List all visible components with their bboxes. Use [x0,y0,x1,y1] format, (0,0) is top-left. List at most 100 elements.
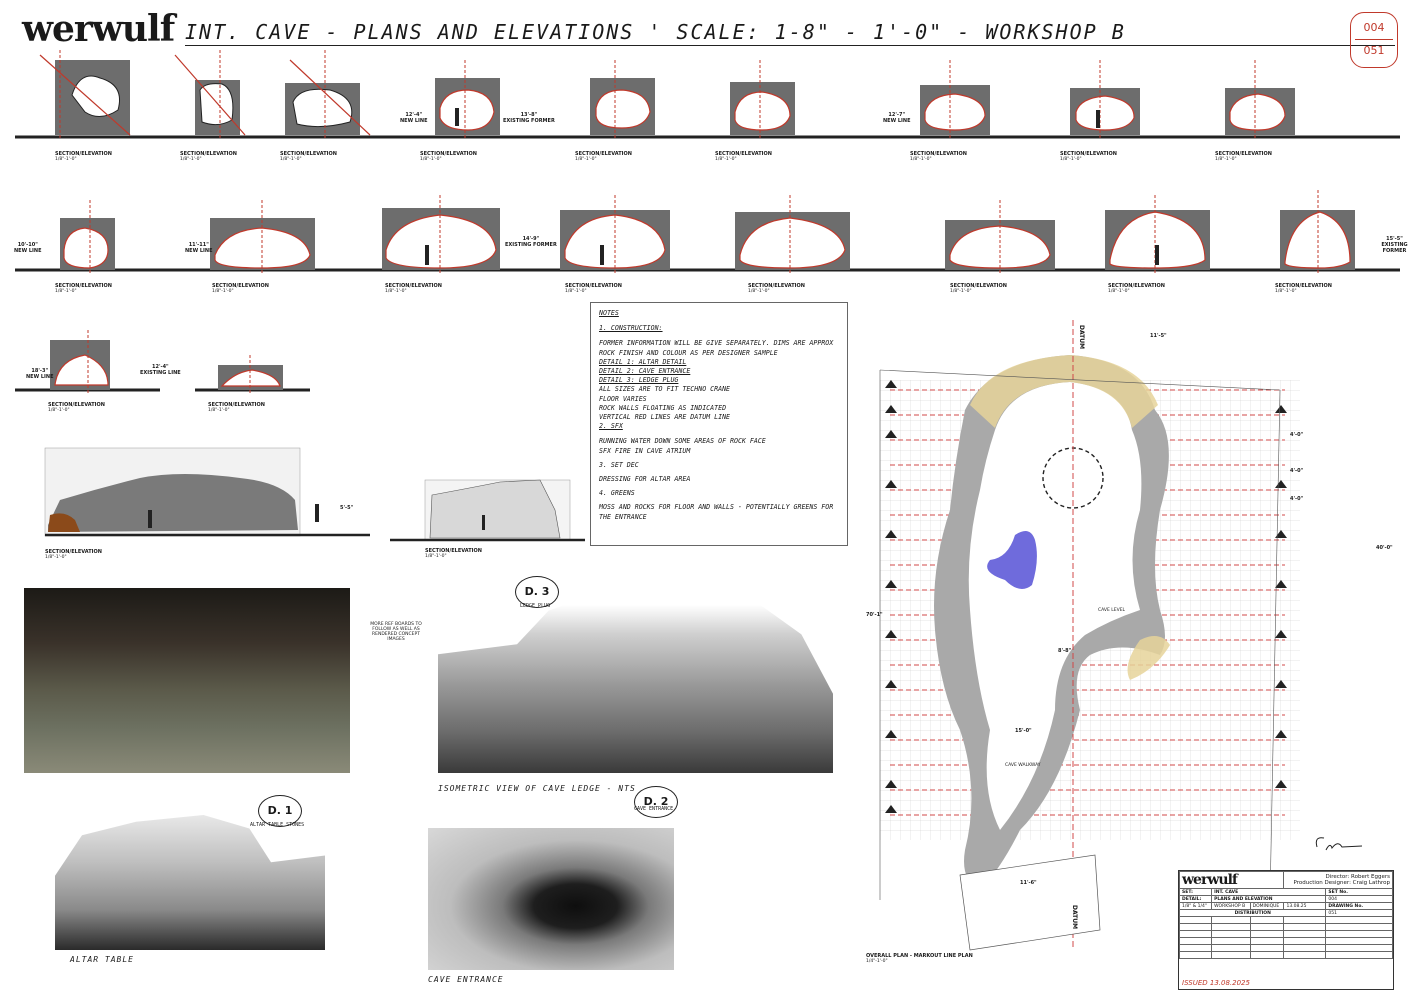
section-scale-text: 1/8"-1'-0" [385,289,407,294]
notes-line: DETAIL 1: ALTAR DETAIL [599,357,687,366]
notes-line: DRESSING FOR ALTAR AREA [599,475,691,484]
dim-callout: 13'-8" EXISTING FORMER [503,112,555,124]
section-g-label: SECTION/ELEVATION 1/8"-1'-0" [910,151,967,162]
section-y-label: SECTION/ELEVATION 1/8"-1'-0" [425,548,482,559]
notes-line: DETAIL 2: CAVE ENTRANCE [599,367,691,376]
dim-callout: 12'-4" EXISTING LINE [140,364,181,376]
section-h-label: SECTION/ELEVATION 1/8"-1'-0" [1060,151,1117,162]
plan-dim-right: 40'-0" [1376,545,1393,551]
section-p-drawing [1105,195,1210,275]
plan-scale-text: 1/4"-1'-0" [866,959,888,964]
title-underline [185,45,1395,46]
section-scale-text: 1/8"-1'-0" [180,157,202,162]
section-e-drawing [590,60,655,140]
section-s-label: SECTION/ELEVATION 1/8"-1'-0" [208,402,265,413]
detail-d3-subtitle: LEDGE PLUG [520,603,551,609]
section-scale-text: 1/8"-1'-0" [910,157,932,162]
section-f-drawing [730,60,795,140]
notes-line: SFX FIRE IN CAVE ATRIUM [599,446,691,455]
section-scale-text: 1/8"-1'-0" [420,157,442,162]
section-scale-text: 1/8"-1'-0" [1060,157,1082,162]
section-r-drawing [50,330,110,395]
notes-line: ROCK WALLS FLOATING AS INDICATED [599,403,727,412]
section-scale-text: 1/8"-1'-0" [565,289,587,294]
title-block-logo-cell: werwulf [1178,871,1285,889]
section-o-label: SECTION/ELEVATION 1/8"-1'-0" [950,283,1007,294]
section-a-label: SECTION/ELEVATION 1/8"-1'-0" [55,151,112,162]
notes-line: VERTICAL RED LINES ARE DATUM LINE [599,413,731,422]
section-scale-text: 1/8"-1'-0" [950,289,972,294]
section-k-label: SECTION/ELEVATION 1/8"-1'-0" [212,283,269,294]
section-scale-text: 1/8"-1'-0" [715,157,737,162]
notes-line: MOSS AND ROCKS FOR FLOOR AND WALLS - POT… [599,503,834,521]
plan-datum-bottom: DATUM [1071,905,1078,930]
plan-cave-level: CAVE LEVEL [1098,608,1126,613]
section-a-drawing [39,50,131,140]
section-j-drawing [60,200,115,275]
section-n-drawing [735,195,850,275]
plan-dim-left: 70'-1" [866,612,883,618]
tb-set-no: 004 [1325,895,1393,903]
section-scale-text: 1/8"-1'-0" [45,555,67,560]
plan-dim-8: 8'-8" [1058,648,1072,654]
section-n-label: SECTION/ELEVATION 1/8"-1'-0" [748,283,805,294]
dim-callout: 14'-9" EXISTING FORMER [505,236,557,248]
section-scale-text: 1/8"-1'-0" [1215,157,1237,162]
section-c-label: SECTION/ELEVATION 1/8"-1'-0" [280,151,337,162]
detail-d2-tag: D. 2 [634,786,678,818]
notes-section-set-dec: 3. SET DEC [599,460,639,469]
tb-drawn: DOMINIQUE [1249,902,1285,910]
dim-callout: 12'-4" NEW LINE [400,112,428,124]
section-scale-text: 1/8"-1'-0" [55,289,77,294]
section-s-drawing [218,355,283,395]
section-scale-text: 1/8"-1'-0" [208,408,230,413]
notes-heading: NOTES [599,309,619,317]
ledge-plug-render [438,575,833,773]
notes-line: FORMER INFORMATION WILL BE GIVE SEPARATE… [599,339,834,348]
tb-set-label: SET: [1178,888,1213,896]
sheet-title: INT. CAVE - PLANS AND ELEVATIONS ' SCALE… [185,20,1126,44]
plan-dim-4: 4'-0" [1290,496,1304,502]
notes-line: ROCK FINISH AND COLOUR AS PER DESIGNER S… [599,348,778,357]
title-block-credits: Director: Robert Eggers Production Desig… [1283,871,1393,889]
title-block: werwulf Director: Robert Eggers Producti… [1178,870,1394,990]
plan-dim-15: 15'-0" [1015,728,1032,734]
section-f-label: SECTION/ELEVATION 1/8"-1'-0" [715,151,772,162]
section-x-label: SECTION/ELEVATION 1/8"-1'-0" [45,549,102,560]
section-m-drawing [560,195,670,275]
plan-cave-walkway: CAVE WALKWAY [1005,763,1041,768]
plan-dim-top: 11'-5" [1150,333,1167,339]
section-scale-text: 1/8"-1'-0" [425,554,447,559]
title-block-logo: werwulf [1182,872,1238,888]
tb-drawing-no: 051 [1325,909,1393,917]
section-d-label: SECTION/ELEVATION 1/8"-1'-0" [420,151,477,162]
title-block-designer: Production Designer: Craig Lathrop [1293,880,1390,886]
production-logo: werwulf [22,8,175,50]
tb-detail-value: PLANS AND ELEVATION [1211,895,1327,903]
section-k-drawing [210,200,315,275]
section-o-drawing [945,200,1055,275]
section-scale-text: 1/8"-1'-0" [55,157,77,162]
section-b-label: SECTION/ELEVATION 1/8"-1'-0" [180,151,237,162]
notes-section-construction: 1. CONSTRUCTION: [599,324,663,333]
issued-stamp: ISSUED 13.08.2025 [1182,979,1250,987]
plan-dim-4: 4'-0" [1290,432,1304,438]
plan-dim-4: 4'-0" [1290,468,1304,474]
cave-entrance-render [428,828,674,970]
dim-callout: 12'-7" NEW LINE [883,112,911,124]
cave-reference-photo [24,588,350,773]
reference-note: MORE REF BOARDS TO FOLLOW AS WELL AS REN… [370,622,422,642]
notes-line: DETAIL 3: LEDGE PLUG [599,376,679,385]
tb-distribution: DISTRIBUTION [1178,909,1327,917]
altar-table-render [55,815,325,950]
tb-stage: WORKSHOP B [1211,902,1251,910]
tb-detail-label: DETAIL: [1178,895,1213,903]
dim-callout: 18'-3" NEW LINE [26,368,54,380]
detail-d2-subtitle: CAVE ENTRANCE [634,806,674,812]
section-r-label: SECTION/ELEVATION 1/8"-1'-0" [48,402,105,413]
dim-callout: 10'-10" NEW LINE [14,242,42,254]
section-scale-text: 1/8"-1'-0" [1108,289,1130,294]
section-h-drawing [1070,60,1140,140]
section-l-drawing [382,195,500,275]
long-section-drawing [44,447,370,537]
